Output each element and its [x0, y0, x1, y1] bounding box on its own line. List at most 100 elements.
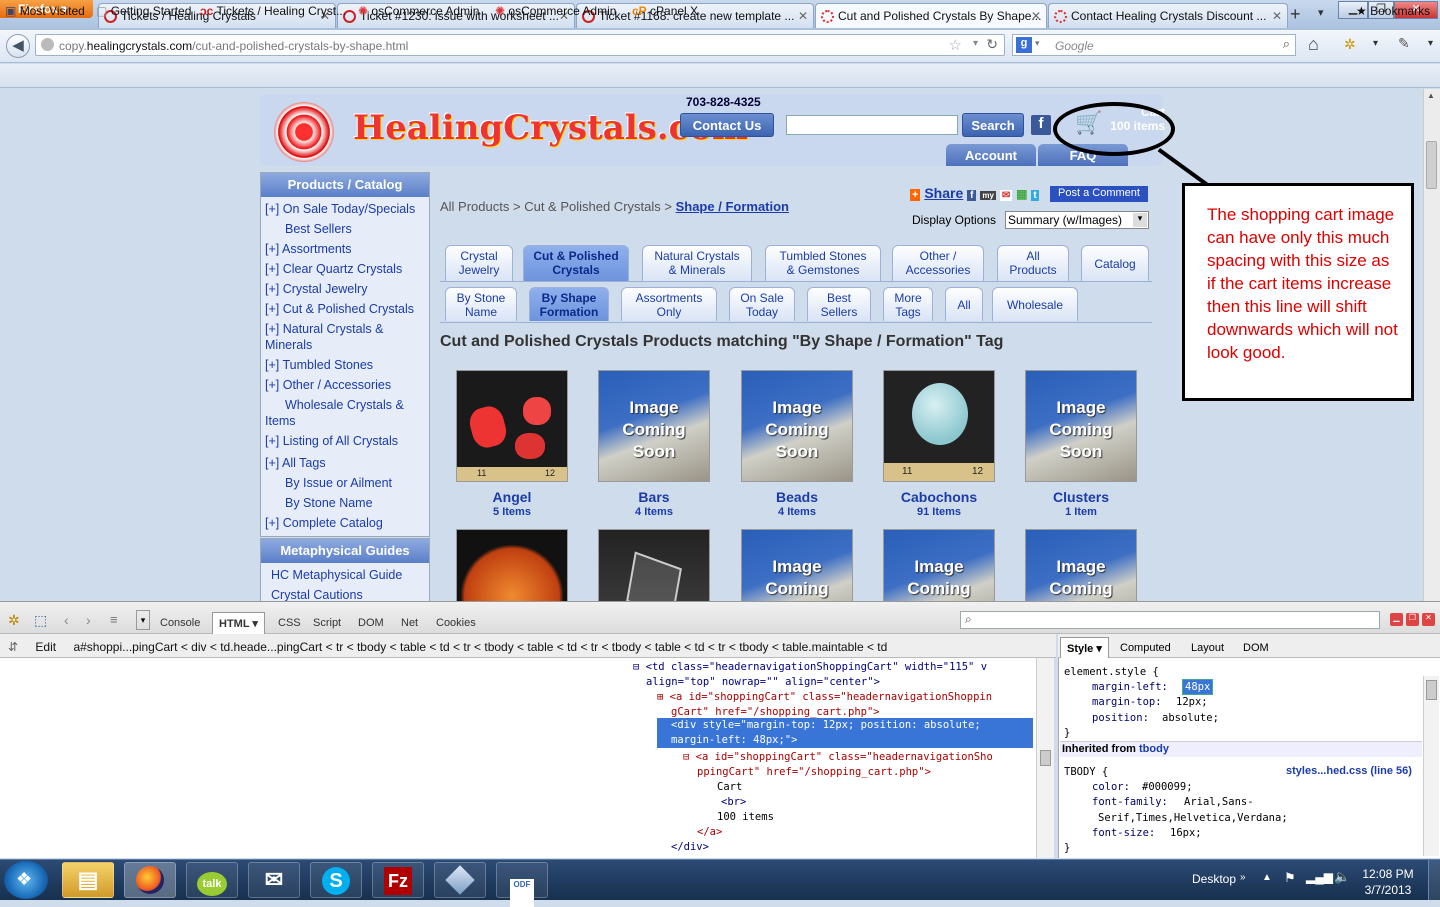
tab-best-sellers[interactable]: Best Sellers	[807, 287, 871, 321]
forward-arrow-icon[interactable]: ›	[86, 612, 91, 628]
html-line[interactable]: 100 items	[717, 810, 774, 825]
html-line[interactable]: ppingCart" href="/shopping_cart.php">	[697, 765, 931, 780]
taskbar-explorer-icon[interactable]: ▤	[62, 862, 114, 898]
firebug-search-input[interactable]: ⌕	[960, 611, 1380, 629]
tab-other-accessories[interactable]: Other / Accessories	[892, 245, 984, 281]
product-image-row2-1[interactable]	[456, 529, 568, 601]
taskbar-thunderbird-icon[interactable]: ✉	[248, 862, 300, 898]
product-image-row2-3[interactable]: Image Coming	[741, 529, 853, 601]
tab-on-sale-today[interactable]: On Sale Today	[729, 287, 795, 321]
tray-expand-icon[interactable]: ▲	[1262, 872, 1272, 883]
sidebar-item-metaphysical-guide[interactable]: HC Metaphysical Guide	[267, 567, 423, 583]
sidebar-item-tumbled-stones[interactable]: [+] Tumbled Stones	[261, 357, 429, 373]
firebug-detach-button[interactable]: ❐	[1406, 613, 1419, 626]
post-comment-button[interactable]: Post a Comment	[1050, 186, 1148, 202]
sidebar-item-all-tags[interactable]: [+] All Tags	[261, 455, 429, 471]
product-image-row2-2[interactable]	[598, 529, 710, 601]
inherited-from-link[interactable]: tbody	[1139, 743, 1169, 755]
bookmark-most-visited[interactable]: ▣ Most Visited	[5, 4, 85, 18]
home-icon[interactable]: ⌂	[1308, 34, 1319, 55]
stylesheet-link[interactable]: styles...hed.css (line 56)	[1286, 765, 1412, 777]
sidebar-item-cut-polished[interactable]: [+] Cut & Polished Crystals	[261, 301, 429, 317]
logo-sun-icon[interactable]	[274, 102, 334, 162]
side-tab-computed[interactable]: Computed	[1120, 642, 1171, 654]
product-image-row2-4[interactable]: Image Coming	[883, 529, 995, 601]
bookmark-getting-started[interactable]: ▢ Getting Started	[96, 4, 191, 18]
tab-natural-crystals[interactable]: Natural Crystals & Minerals	[642, 245, 752, 281]
style-prop-position[interactable]: position:	[1092, 712, 1149, 724]
scrollbar-thumb[interactable]	[1426, 680, 1437, 700]
product-count-bars[interactable]: 4 Items	[598, 506, 710, 518]
bookmark-cpanel[interactable]: cP cPanel X	[632, 4, 698, 18]
product-name-angel[interactable]: Angel	[456, 489, 568, 505]
product-image-angel[interactable]: 11 12	[456, 370, 568, 482]
tab-cut-polished-crystals[interactable]: Cut & Polished Crystals	[523, 245, 629, 281]
style-prop-margin-top[interactable]: margin-top:	[1092, 696, 1162, 708]
desktop-toolbar[interactable]: Desktop	[1192, 872, 1236, 886]
bookmark-star-icon[interactable]: ☆	[949, 36, 962, 54]
sidebar-item-other-accessories[interactable]: [+] Other / Accessories	[261, 377, 429, 393]
display-options-select[interactable]: Summary (w/Images) ▾	[1005, 211, 1149, 229]
style-value-position[interactable]: absolute;	[1162, 712, 1219, 724]
site-search-input[interactable]	[786, 115, 958, 135]
product-image-row2-5[interactable]: Image Coming	[1025, 529, 1137, 601]
tools-dropdown-icon[interactable]: ▾	[1428, 38, 1433, 49]
tab-close-icon[interactable]: ✕	[1272, 9, 1282, 23]
html-line[interactable]: </a>	[697, 825, 722, 840]
html-line[interactable]: ⊟ <td class="headernavigationShoppingCar…	[633, 660, 987, 675]
back-button[interactable]: ◀	[6, 34, 30, 58]
side-tab-dom[interactable]: DOM	[1243, 642, 1269, 654]
firebug-tab-html[interactable]: HTML ▾	[212, 612, 265, 634]
html-line[interactable]: Cart	[717, 780, 742, 795]
style-prop-font-family[interactable]: font-family:	[1092, 796, 1168, 808]
scrollbar-thumb[interactable]	[1426, 141, 1437, 189]
product-name-cabochons[interactable]: Cabochons	[883, 489, 995, 505]
tab-cut-polished[interactable]: Cut and Polished Crystals By Shape... ✕	[815, 3, 1047, 28]
reload-icon[interactable]: ↻	[986, 36, 998, 53]
sidebar-item-best-sellers[interactable]: Best Sellers	[261, 221, 429, 237]
crumb-cut-polished[interactable]: Cut & Polished Crystals	[524, 199, 661, 214]
facebook-share-icon[interactable]: f	[967, 190, 977, 201]
sidebar-item-assortments[interactable]: [+] Assortments	[261, 241, 429, 257]
sidebar-item-wholesale-cont[interactable]: Items	[261, 413, 429, 429]
tab-by-shape-formation[interactable]: By Shape Formation	[529, 287, 609, 321]
page-scrollbar[interactable]: ▲	[1423, 89, 1440, 601]
share-plus-icon[interactable]: +	[910, 189, 921, 201]
tab-more-tags[interactable]: More Tags	[883, 287, 933, 321]
email-icon[interactable]: ✉	[999, 190, 1013, 201]
product-count-cabochons[interactable]: 91 Items	[883, 506, 995, 518]
edit-button[interactable]: Edit	[35, 640, 56, 654]
style-value-font-family-cont[interactable]: Serif,Times,Helvetica,Verdana;	[1098, 812, 1288, 824]
bookmark-oscommerce-1[interactable]: ✺ osCommerce Admin	[358, 4, 479, 18]
tab-contact[interactable]: Contact Healing Crystals Discount ... ✕	[1048, 3, 1288, 28]
style-prop-font-size[interactable]: font-size:	[1092, 827, 1155, 839]
action-center-flag-icon[interactable]: ⚑	[1284, 870, 1296, 886]
scroll-up-icon[interactable]: ▲	[1427, 91, 1435, 100]
tab-all-products[interactable]: All Products	[997, 245, 1069, 281]
search-engine-box[interactable]: g ▾ Google ⌕	[1012, 34, 1296, 56]
sidebar-item-clear-quartz[interactable]: [+] Clear Quartz Crystals	[261, 261, 429, 277]
taskbar-skype-icon[interactable]: S	[310, 862, 362, 898]
google-share-icon[interactable]: ▦	[1016, 187, 1027, 201]
sidebar-item-complete-catalog[interactable]: [+] Complete Catalog	[261, 515, 429, 531]
product-name-clusters[interactable]: Clusters	[1025, 489, 1137, 505]
panel-dropdown-icon[interactable]: ▾	[136, 610, 150, 630]
firebug-tab-dom[interactable]: DOM	[358, 617, 384, 629]
bookmark-oscommerce-2[interactable]: ✺ osCommerce Admin	[495, 4, 616, 18]
crumb-shape-formation[interactable]: Shape / Formation	[676, 199, 789, 214]
share-link[interactable]: Share	[924, 185, 963, 201]
html-line[interactable]: ⊞ <a id="shoppingCart" class="headernavi…	[657, 690, 992, 705]
taskbar-clock[interactable]: 12:08 PM 3/7/2013	[1354, 866, 1422, 898]
crumb-all-products[interactable]: All Products	[440, 199, 509, 214]
expand-icon[interactable]: ⇵	[8, 640, 18, 654]
style-value-margin-top[interactable]: 12px;	[1176, 696, 1208, 708]
sidebar-item-by-issue[interactable]: By Issue or Ailment	[261, 475, 429, 491]
sidebar-item-on-sale[interactable]: [+] On Sale Today/Specials	[261, 201, 429, 217]
style-value-editor[interactable]: 48px	[1182, 679, 1214, 695]
tab-list-icon[interactable]: ▾	[1318, 6, 1324, 19]
tab-assortments-only[interactable]: Assortments Only	[621, 287, 717, 321]
style-value-color[interactable]: #000099;	[1142, 781, 1193, 793]
tab-catalog[interactable]: Catalog	[1081, 245, 1149, 281]
taskbar-odf-icon[interactable]: ODF	[496, 862, 548, 907]
element-path[interactable]: a#shoppi...pingCart < div < td.heade...p…	[73, 640, 887, 654]
